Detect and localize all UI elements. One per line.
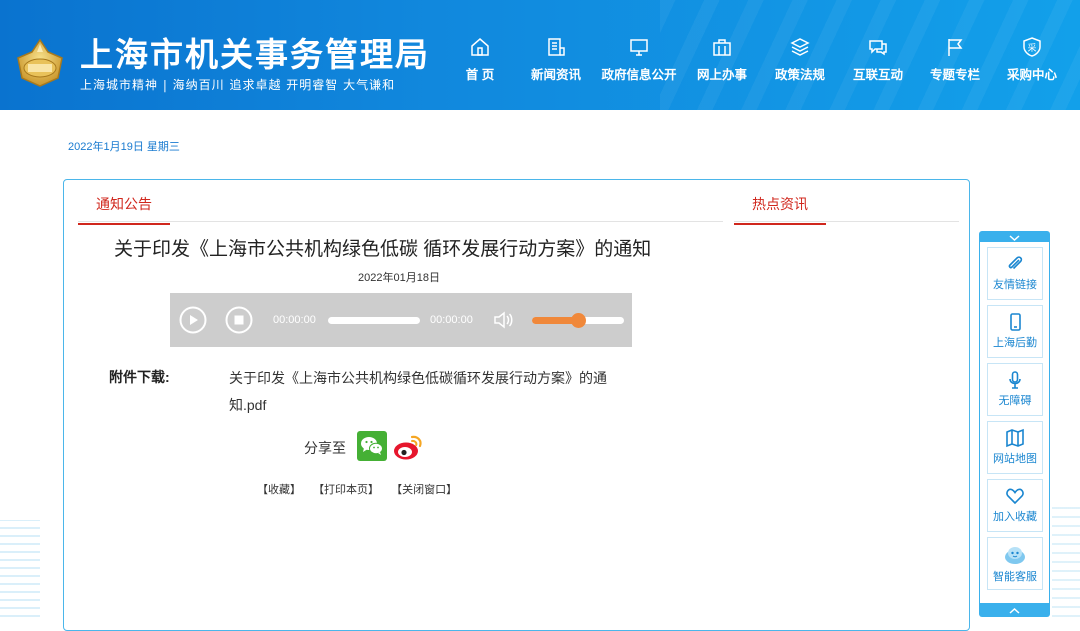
site-title: 上海市机关事务管理局 — [80, 35, 430, 74]
nav-interaction-label: 互联互动 — [852, 68, 903, 82]
shield-icon: 采 — [1023, 37, 1041, 57]
nav-home-label: 首 页 — [465, 68, 495, 82]
site-header: 上海市机关事务管理局 上海城市精神 | 海纳百川 追求卓越 开明睿智 大气谦和 … — [0, 0, 1080, 110]
tab-divider — [734, 221, 959, 222]
decorative-skyline-right — [1052, 500, 1080, 617]
speaker-icon — [494, 311, 513, 329]
current-time: 00:00:00 — [273, 314, 316, 326]
volume-handle[interactable] — [571, 313, 586, 328]
sidebar-item-sitemap[interactable]: 网站地图 — [987, 421, 1043, 474]
article-title: 关于印发《上海市公共机构绿色低碳 循环发展行动方案》的通知 — [114, 239, 652, 260]
nav-home[interactable]: 首 页 — [440, 36, 520, 83]
chat-icon — [869, 40, 887, 56]
nav-special-topics[interactable]: 专题专栏 — [915, 36, 995, 83]
heart-icon — [1006, 488, 1024, 505]
sidebar-item-label: 友情链接 — [993, 279, 1037, 291]
sidebar-item-label: 上海后勤 — [993, 337, 1037, 349]
progress-track[interactable] — [328, 317, 420, 324]
site-slogan: 上海城市精神 | 海纳百川 追求卓越 开明睿智 大气谦和 — [80, 78, 396, 92]
nav-policy[interactable]: 政策法规 — [760, 36, 840, 83]
wechat-icon — [361, 437, 383, 455]
print-link[interactable]: 【打印本页】 — [313, 484, 379, 496]
nav-procurement-label: 采购中心 — [1006, 68, 1057, 82]
play-icon — [179, 306, 207, 334]
nav-gov-info[interactable]: 政府信息公开 — [599, 36, 679, 83]
current-date: 2022年1月19日 星期三 — [68, 141, 180, 153]
nav-procurement[interactable]: 采 采购中心 — [992, 36, 1072, 83]
map-icon — [1006, 428, 1024, 448]
attachment-label: 附件下载: — [109, 369, 170, 385]
page-actions: 【收藏】 【打印本页】 【关闭窗口】 — [257, 481, 466, 497]
content-panel: 通知公告 热点资讯 关于印发《上海市公共机构绿色低碳 循环发展行动方案》的通知 … — [63, 179, 970, 631]
robot-icon — [1005, 547, 1025, 564]
nav-interaction[interactable]: 互联互动 — [838, 36, 918, 83]
sidebar-list: 友情链接 上海后勤 无障碍 网站地图 加入收藏 智能客服 — [979, 242, 1050, 603]
article-date: 2022年01月18日 — [358, 272, 440, 284]
nav-gov-info-label: 政府信息公开 — [601, 68, 677, 82]
decorative-skyline-left — [0, 520, 40, 617]
site-logo[interactable] — [14, 38, 66, 88]
volume-slider[interactable] — [532, 313, 624, 328]
chevron-up-icon — [1009, 607, 1020, 614]
weibo-icon — [394, 435, 422, 460]
share-label: 分享至 — [304, 440, 346, 456]
nav-special-topics-label: 专题专栏 — [929, 68, 980, 82]
close-window-link[interactable]: 【关闭窗口】 — [391, 484, 457, 496]
sidebar-item-label: 无障碍 — [998, 395, 1032, 407]
sidebar-item-accessibility[interactable]: 无障碍 — [987, 363, 1043, 416]
total-time: 00:00:00 — [430, 314, 473, 326]
favorite-link[interactable]: 【收藏】 — [257, 484, 301, 496]
nav-news-label: 新闻资讯 — [530, 68, 581, 82]
volume-button[interactable] — [492, 309, 514, 336]
share-wechat-button[interactable] — [357, 431, 387, 461]
microphone-icon — [1009, 371, 1021, 389]
stop-button[interactable] — [225, 306, 253, 339]
news-icon — [548, 38, 565, 56]
phone-icon — [1010, 313, 1021, 331]
paperclip-icon — [1008, 256, 1023, 270]
sidebar-item-label: 智能客服 — [993, 571, 1037, 583]
floating-sidebar: 友情链接 上海后勤 无障碍 网站地图 加入收藏 智能客服 — [979, 231, 1050, 617]
monitor-icon — [630, 39, 648, 56]
tab-divider — [78, 221, 723, 222]
sidebar-collapse-button[interactable] — [979, 231, 1050, 242]
sidebar-scroll-top-button[interactable] — [979, 603, 1050, 614]
stop-icon — [225, 306, 253, 334]
home-icon — [471, 38, 489, 56]
nav-online-service[interactable]: 网上办事 — [682, 36, 762, 83]
share-weibo-button[interactable] — [392, 431, 424, 463]
sidebar-item-shanghai-logistics[interactable]: 上海后勤 — [987, 305, 1043, 358]
sidebar-item-label: 网站地图 — [993, 453, 1037, 465]
flag-icon — [948, 39, 963, 56]
sidebar-item-links[interactable]: 友情链接 — [987, 247, 1043, 300]
audio-player: 00:00:00 00:00:00 — [170, 293, 632, 347]
sidebar-item-add-favorite[interactable]: 加入收藏 — [987, 479, 1043, 532]
nav-news[interactable]: 新闻资讯 — [516, 36, 596, 83]
play-button[interactable] — [179, 306, 207, 339]
svg-text:采: 采 — [1027, 43, 1036, 54]
briefcase-icon — [713, 39, 731, 56]
nav-policy-label: 政策法规 — [774, 68, 825, 82]
sidebar-item-label: 加入收藏 — [993, 511, 1037, 523]
stack-icon — [790, 38, 810, 56]
sidebar-item-smart-service[interactable]: 智能客服 — [987, 537, 1043, 590]
attachment-link[interactable]: 关于印发《上海市公共机构绿色低碳循环发展行动方案》的通知.pdf — [229, 365, 609, 419]
nav-online-service-label: 网上办事 — [696, 68, 747, 82]
